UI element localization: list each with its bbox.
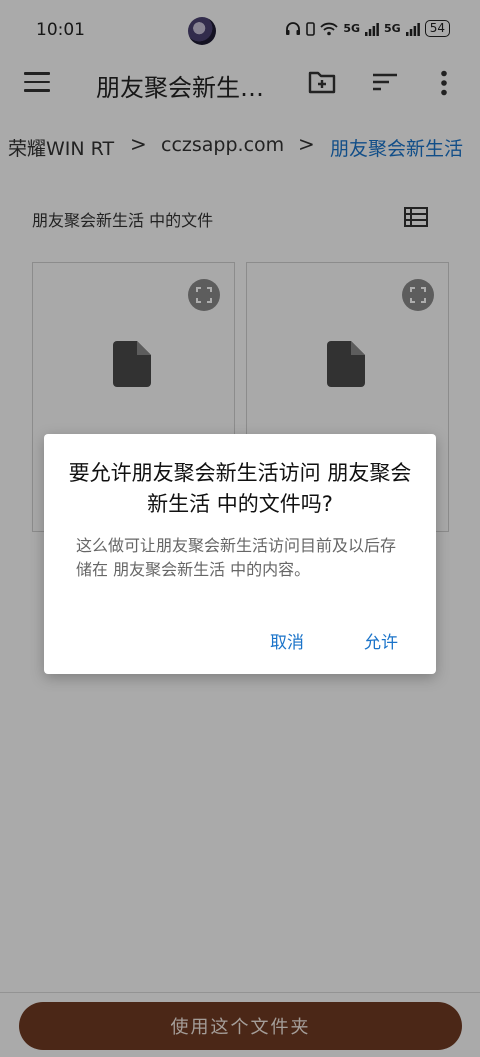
dialog-message: 这么做可让朋友聚会新生活访问目前及以后存储在 朋友聚会新生活 中的内容。 [76,536,397,579]
allow-button[interactable]: 允许 [364,628,398,653]
cancel-button[interactable]: 取消 [270,628,304,653]
dialog-title: 要允许朋友聚会新生活访问 朋友聚会新生活 中的文件吗? [68,461,412,516]
permission-dialog: 要允许朋友聚会新生活访问 朋友聚会新生活 中的文件吗? 这么做可让朋友聚会新生活… [44,434,436,674]
